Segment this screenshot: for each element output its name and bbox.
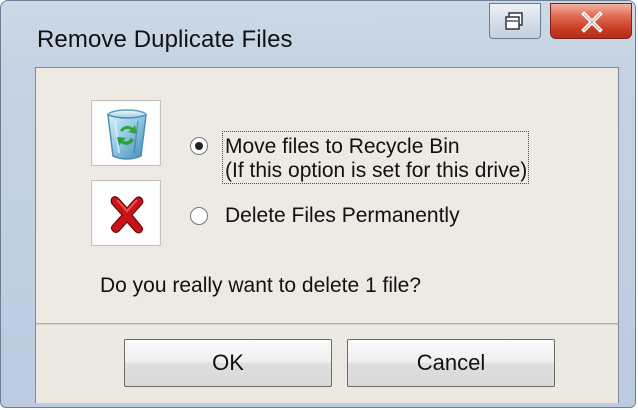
recycle-bin-option-label[interactable]: Move files to Recycle Bin (If this optio…: [222, 131, 529, 184]
ok-button[interactable]: OK: [124, 339, 332, 387]
recycle-bin-option-line-1: Move files to Recycle Bin: [225, 135, 460, 158]
title-bar[interactable]: Remove Duplicate Files: [1, 1, 635, 67]
delete-permanently-option-label[interactable]: Delete Files Permanently: [225, 204, 460, 228]
close-button[interactable]: [550, 3, 632, 39]
recycle-bin-tile: [91, 100, 161, 166]
restore-icon: [505, 12, 523, 30]
delete-permanently-radio[interactable]: [190, 207, 208, 225]
recycle-bin-icon: [107, 109, 147, 160]
restore-button[interactable]: [489, 3, 541, 39]
options-panel: Move files to Recycle Bin (If this optio…: [36, 68, 618, 324]
delete-tile: [91, 180, 161, 246]
close-icon: [581, 11, 603, 33]
recycle-bin-radio[interactable]: [190, 137, 208, 155]
dialog-client-area: Move files to Recycle Bin (If this optio…: [35, 67, 619, 404]
window-title: Remove Duplicate Files: [37, 26, 293, 53]
confirmation-message: Do you really want to delete 1 file?: [100, 274, 422, 297]
window-bottom-frame: [1, 403, 635, 407]
cancel-button[interactable]: Cancel: [347, 339, 555, 387]
recycle-bin-option-line-2: (If this option is set for this drive): [225, 159, 528, 182]
button-bar: OK Cancel: [36, 324, 618, 404]
delete-x-icon: [110, 196, 144, 234]
dialog-window: Remove Duplicate Files Move files to Rec…: [0, 0, 636, 408]
